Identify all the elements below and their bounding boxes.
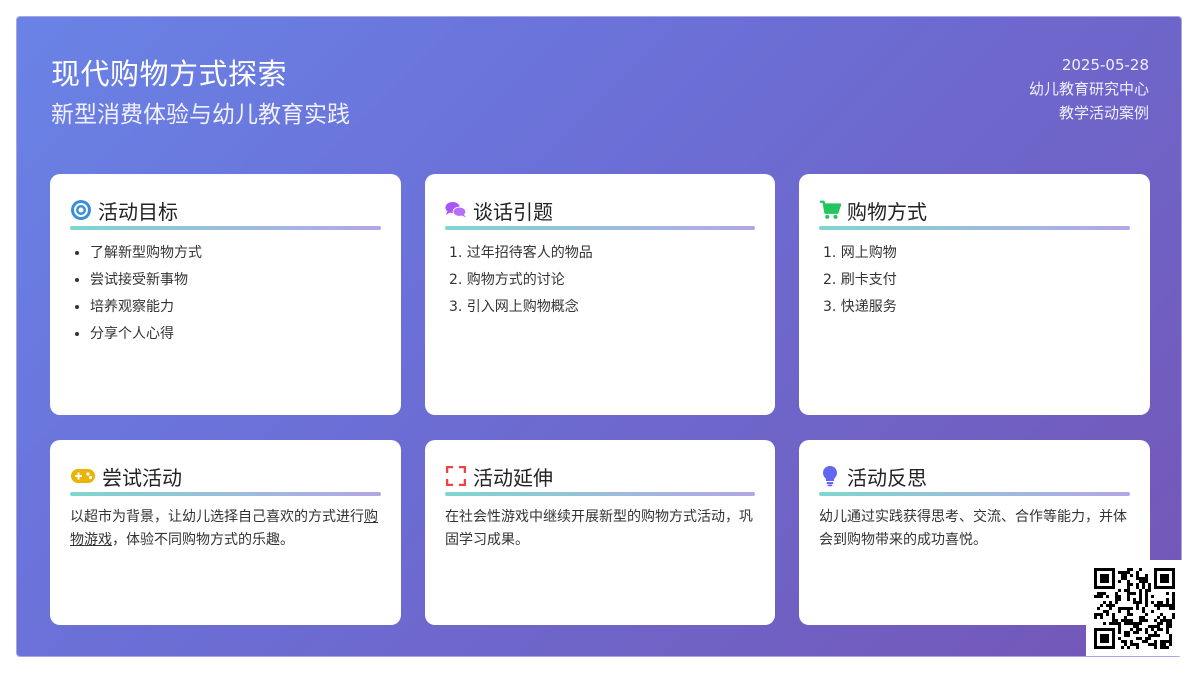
card-title: 活动延伸 [473, 465, 553, 490]
card-divider [445, 492, 755, 496]
list-item: 1. 网上购物 [823, 245, 897, 261]
target-icon [70, 199, 92, 221]
list-item: 培养观察能力 [90, 294, 381, 321]
extension-description: 在社会性游戏中继续开展新型的购物方式活动，巩固学习成果。 [445, 509, 753, 548]
card-header: 活动延伸 [445, 462, 755, 490]
card-divider [70, 492, 381, 496]
gamepad-icon [70, 465, 96, 487]
card-header: 谈话引题 [445, 196, 755, 224]
card-methods: 购物方式 1. 网上购物 2. 刷卡支付 3. 快递服务 [799, 174, 1150, 415]
card-trial: 尝试活动 以超市为背景，让幼儿选择自己喜欢的方式进行购物游戏，体验不同购物方式的… [50, 440, 401, 625]
card-extension: 活动延伸 在社会性游戏中继续开展新型的购物方式活动，巩固学习成果。 [425, 440, 775, 625]
card-divider [819, 226, 1130, 230]
chat-bubbles-icon [445, 199, 467, 221]
card-title: 尝试活动 [102, 465, 182, 490]
list-item: 2. 购物方式的讨论 [449, 272, 565, 288]
card-title: 谈话引题 [473, 199, 553, 224]
list-item: 3. 引入网上购物概念 [449, 299, 579, 315]
card-header: 活动反思 [819, 462, 1130, 490]
list-item: 了解新型购物方式 [90, 240, 381, 267]
date-label: 2025-05-28 [1061, 56, 1149, 74]
page-subtitle: 新型消费体验与幼儿教育实践 [51, 102, 350, 128]
trial-description: 以超市为背景，让幼儿选择自己喜欢的方式进行购物游戏，体验不同购物方式的乐趣。 [70, 506, 381, 552]
card-title: 购物方式 [847, 199, 927, 224]
card-header: 尝试活动 [70, 462, 381, 490]
card-title: 活动目标 [98, 199, 178, 224]
list-item: 3. 快递服务 [823, 299, 897, 315]
type-label: 教学活动案例 [1058, 104, 1149, 122]
reflection-description: 幼儿通过实践获得思考、交流、合作等能力，并体会到购物带来的成功喜悦。 [819, 509, 1127, 548]
trial-text-after: ，体验不同购物方式的乐趣。 [112, 532, 294, 548]
card-header: 活动目标 [70, 196, 381, 224]
card-divider [445, 226, 755, 230]
card-header: 购物方式 [819, 196, 1130, 224]
card-goals: 活动目标 了解新型购物方式 尝试接受新事物 培养观察能力 分享个人心得 [50, 174, 401, 415]
lightbulb-icon [819, 465, 841, 487]
shopping-cart-icon [819, 199, 841, 221]
card-title: 活动反思 [847, 465, 927, 490]
header-meta: 2025-05-28 幼儿教育研究中心 教学活动案例 [1029, 53, 1149, 125]
expand-icon [445, 465, 467, 487]
qr-code[interactable] [1086, 560, 1182, 656]
list-item: 2. 刷卡支付 [823, 272, 897, 288]
goals-list: 了解新型购物方式 尝试接受新事物 培养观察能力 分享个人心得 [70, 240, 381, 348]
intro-list: 1. 过年招待客人的物品 2. 购物方式的讨论 3. 引入网上购物概念 [445, 240, 755, 321]
trial-text-before: 以超市为背景，让幼儿选择自己喜欢的方式进行 [70, 509, 364, 525]
methods-list: 1. 网上购物 2. 刷卡支付 3. 快递服务 [819, 240, 1130, 321]
org-label: 幼儿教育研究中心 [1028, 80, 1149, 98]
list-item: 1. 过年招待客人的物品 [449, 245, 593, 261]
card-divider [70, 226, 381, 230]
page-title: 现代购物方式探索 [51, 57, 288, 91]
list-item: 尝试接受新事物 [90, 267, 381, 294]
card-intro: 谈话引题 1. 过年招待客人的物品 2. 购物方式的讨论 3. 引入网上购物概念 [425, 174, 775, 415]
card-divider [819, 492, 1130, 496]
list-item: 分享个人心得 [90, 321, 381, 348]
